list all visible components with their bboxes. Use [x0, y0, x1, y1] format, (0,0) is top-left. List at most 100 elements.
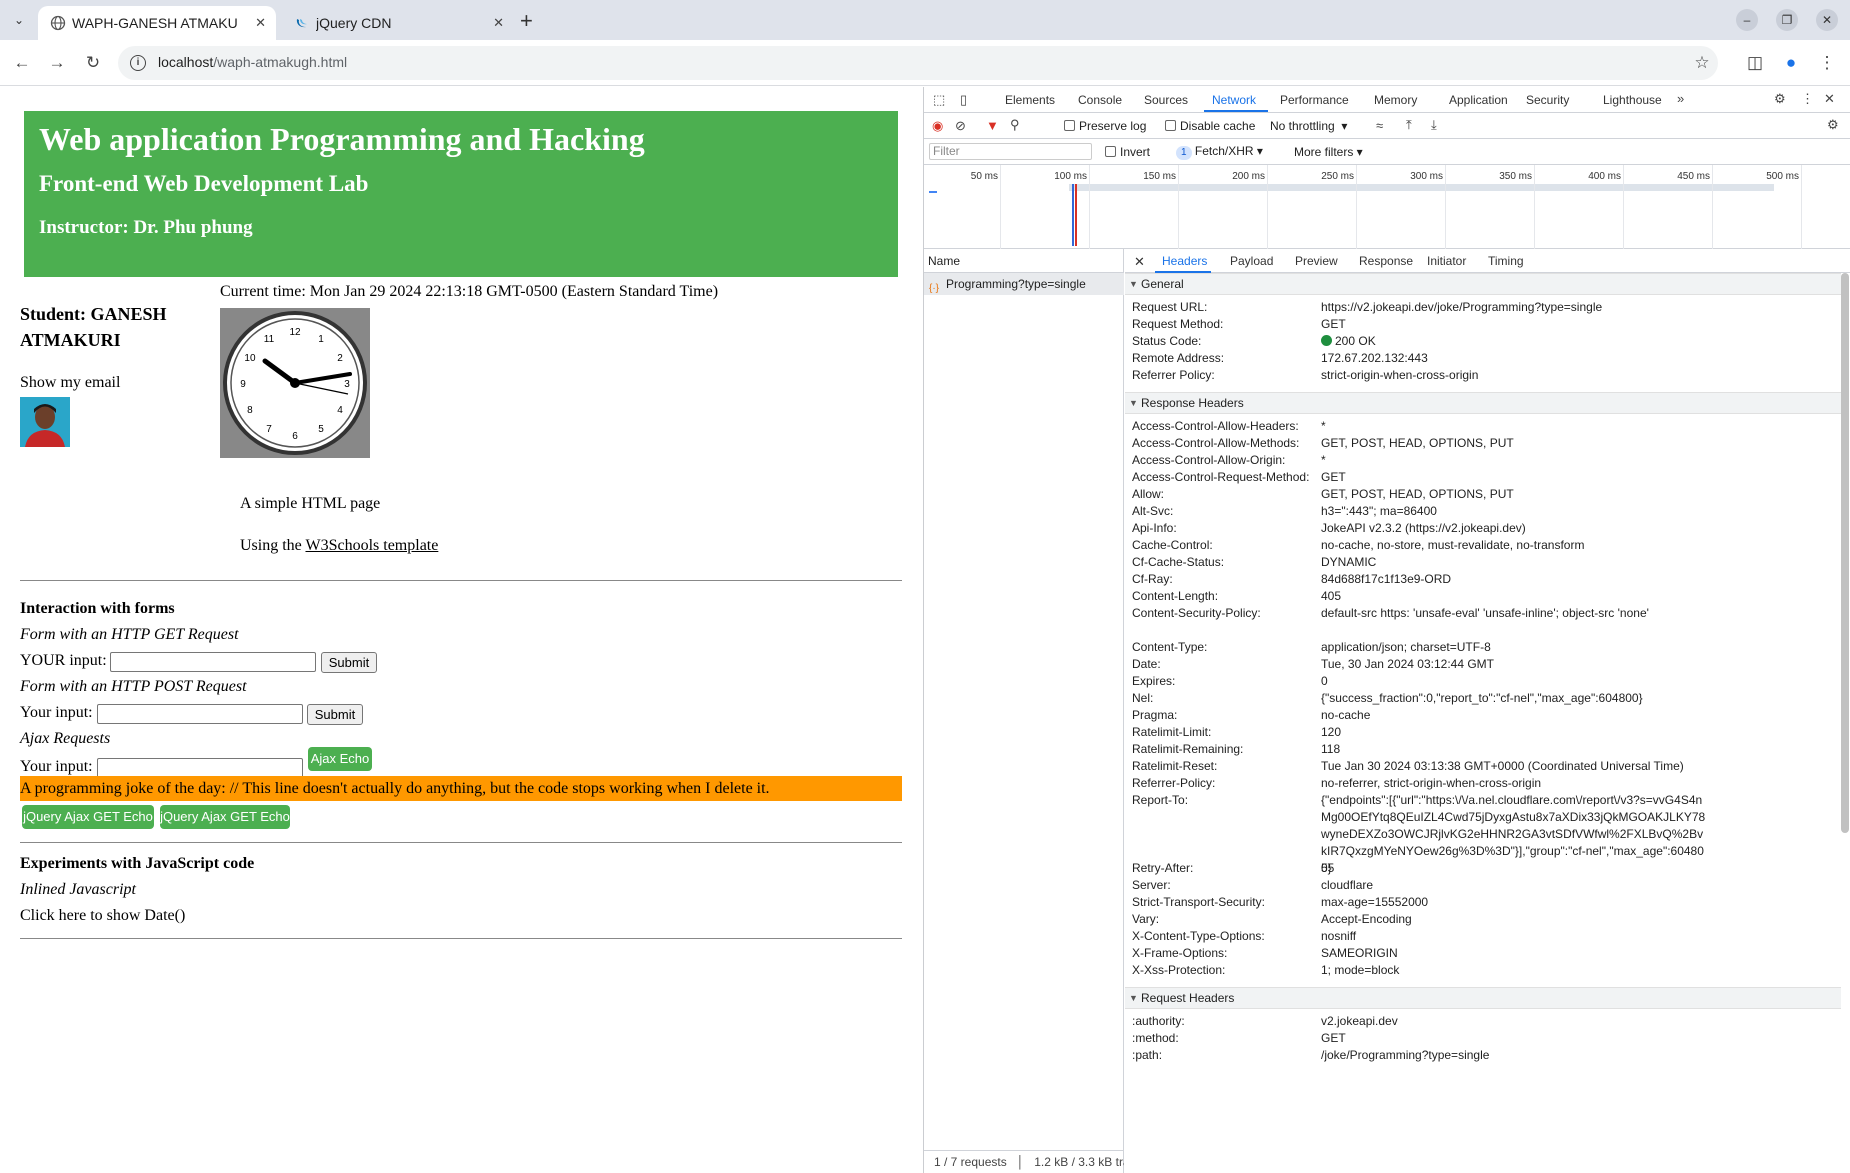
more-filters-button[interactable]: More filters ▾	[1294, 145, 1363, 159]
export-har-icon[interactable]: ⤓	[1431, 117, 1437, 133]
ajax-echo-button[interactable]: Ajax Echo	[308, 747, 372, 771]
header-key: Alt-Svc:	[1132, 504, 1174, 518]
tab-console[interactable]: Console	[1078, 93, 1122, 107]
header-key: Request Method:	[1132, 317, 1224, 331]
header-value: GET, POST, HEAD, OPTIONS, PUT	[1321, 487, 1514, 501]
inspect-element-icon[interactable]: ⬚	[933, 92, 945, 108]
tab-security[interactable]: Security	[1526, 93, 1569, 107]
tab-network[interactable]: Network	[1212, 93, 1256, 107]
headers-section-toggle[interactable]: ▼ Response Headers	[1125, 392, 1841, 414]
fetch-xhr-filter[interactable]: 1 Fetch/XHR ▾	[1176, 144, 1263, 160]
network-settings-icon[interactable]: ⚙	[1827, 117, 1839, 133]
ajax-input-field[interactable]	[97, 758, 303, 778]
headers-section-toggle[interactable]: ▼ General	[1125, 273, 1841, 295]
restore-icon[interactable]: ❐	[1776, 9, 1798, 31]
request-row[interactable]: {·} Programming?type=single	[924, 273, 1124, 295]
jquery-ajax-get-button-2[interactable]: jQuery Ajax GET Echo	[160, 805, 290, 829]
header-key: Content-Security-Policy:	[1132, 606, 1261, 620]
tab-memory[interactable]: Memory	[1374, 93, 1417, 107]
headers-section-toggle[interactable]: ▼ Request Headers	[1125, 987, 1841, 1009]
header-row: Access-Control-Allow-Methods: GET, POST, …	[1125, 435, 1841, 452]
address-bar[interactable]: i localhost/waph-atmakugh.html ☆	[118, 46, 1718, 80]
show-date-trigger[interactable]: Click here to show Date()	[20, 907, 185, 925]
tab-application[interactable]: Application	[1449, 93, 1508, 107]
get-form-label: Form with an HTTP GET Request	[20, 626, 239, 643]
header-key: Request URL:	[1132, 300, 1208, 314]
detail-tab-timing[interactable]: Timing	[1488, 254, 1524, 268]
tab-strip: ⌄ WAPH-GANESH ATMAKU ✕ jQuery CDN ✕ + – …	[0, 0, 1850, 40]
preserve-log-checkbox[interactable]: Preserve log	[1064, 119, 1146, 133]
get-input-field[interactable]	[110, 652, 316, 672]
more-tabs-icon[interactable]: »	[1677, 91, 1684, 106]
header-value: GET	[1321, 470, 1346, 484]
detail-tab-preview[interactable]: Preview	[1295, 254, 1338, 268]
post-submit-button[interactable]: Submit	[307, 704, 363, 725]
get-input-label: YOUR input:	[20, 652, 107, 669]
detail-tab-headers[interactable]: Headers	[1162, 254, 1207, 268]
side-panel-icon[interactable]: ◫	[1743, 51, 1767, 75]
network-conditions-icon[interactable]: ≈	[1376, 118, 1383, 133]
header-value: h3=":443"; ma=86400	[1321, 504, 1437, 518]
disable-cache-checkbox[interactable]: Disable cache	[1165, 119, 1255, 133]
invert-checkbox[interactable]: Invert	[1105, 145, 1150, 159]
w3schools-link[interactable]: W3Schools template	[305, 537, 438, 554]
bookmark-star-icon[interactable]: ☆	[1690, 51, 1714, 75]
header-value: 118	[1321, 742, 1341, 756]
settings-gear-icon[interactable]: ⚙	[1774, 91, 1786, 107]
clock-number: 1	[318, 334, 324, 345]
student-photo	[20, 397, 70, 447]
tab-lighthouse[interactable]: Lighthouse	[1603, 93, 1662, 107]
clear-icon[interactable]: ⊘	[955, 118, 966, 134]
get-submit-button[interactable]: Submit	[321, 652, 377, 673]
back-icon[interactable]: ←	[10, 51, 34, 75]
jquery-ajax-get-button[interactable]: jQuery Ajax GET Echo	[22, 805, 154, 829]
post-input-label: Your input:	[20, 704, 93, 721]
header-row: Referrer Policy: strict-origin-when-cross…	[1125, 367, 1841, 384]
close-tab-icon[interactable]: ✕	[493, 6, 504, 40]
header-value: 55	[1321, 861, 1335, 875]
header-value: GET	[1321, 1031, 1346, 1045]
header-row: X-Frame-Options: SAMEORIGIN	[1125, 945, 1841, 962]
template-credit: Using the W3Schools template	[240, 537, 438, 555]
page-subtitle: Front-end Web Development Lab	[39, 171, 369, 196]
devtools-menu-icon[interactable]: ⋮	[1801, 91, 1814, 107]
device-toolbar-icon[interactable]: ▯	[960, 92, 967, 108]
filter-funnel-icon[interactable]: ▼	[986, 118, 999, 133]
tab-jquery-cdn[interactable]: jQuery CDN ✕	[282, 6, 514, 40]
post-input-field[interactable]	[97, 704, 303, 724]
header-key: Server:	[1132, 878, 1171, 892]
close-window-icon[interactable]: ✕	[1816, 9, 1838, 31]
detail-tab-initiator[interactable]: Initiator	[1427, 254, 1466, 268]
throttling-select[interactable]: No throttling ▾	[1270, 119, 1347, 133]
header-row: Report-To: {"endpoints":[{"url":"https:\/…	[1125, 792, 1841, 875]
detail-tab-payload[interactable]: Payload	[1230, 254, 1273, 268]
scrollbar[interactable]	[1841, 273, 1849, 833]
new-tab-icon[interactable]: +	[520, 8, 533, 34]
search-icon[interactable]: ⚲	[1010, 117, 1020, 133]
header-row: Content-Security-Policy: default-src http…	[1125, 605, 1841, 639]
site-info-icon[interactable]: i	[130, 55, 146, 71]
name-column-header[interactable]: Name	[924, 249, 1124, 273]
close-tab-icon[interactable]: ✕	[255, 6, 266, 40]
minimize-icon[interactable]: –	[1736, 9, 1758, 31]
tab-search-chevron-icon[interactable]: ⌄	[8, 9, 30, 31]
header-key: X-Xss-Protection:	[1132, 963, 1226, 977]
reload-icon[interactable]: ↻	[81, 51, 105, 75]
header-row: X-Xss-Protection: 1; mode=block	[1125, 962, 1841, 979]
tab-performance[interactable]: Performance	[1280, 93, 1349, 107]
show-email-link[interactable]: Show my email	[20, 374, 120, 392]
tab-waph[interactable]: WAPH-GANESH ATMAKU ✕	[38, 6, 276, 40]
forward-icon[interactable]: →	[45, 51, 69, 75]
profile-icon[interactable]: ●	[1779, 51, 1803, 75]
close-details-icon[interactable]: ✕	[1134, 254, 1145, 270]
detail-tab-response[interactable]: Response	[1359, 254, 1413, 268]
record-stop-icon[interactable]: ◉	[932, 118, 943, 134]
import-har-icon[interactable]: ⤒	[1406, 117, 1412, 133]
filter-input[interactable]: Filter	[929, 143, 1092, 160]
menu-kebab-icon[interactable]: ⋮	[1815, 51, 1839, 75]
tab-sources[interactable]: Sources	[1144, 93, 1188, 107]
tab-elements[interactable]: Elements	[1005, 93, 1055, 107]
js-heading: Experiments with JavaScript code	[20, 855, 255, 872]
close-devtools-icon[interactable]: ✕	[1824, 91, 1835, 107]
header-key: :method:	[1132, 1031, 1179, 1045]
